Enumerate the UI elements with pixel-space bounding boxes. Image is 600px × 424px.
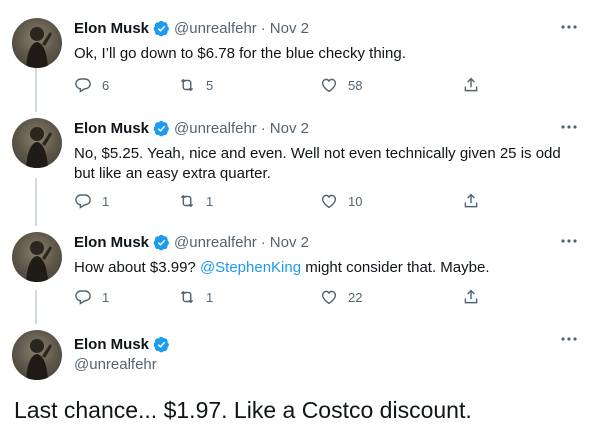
like-button[interactable]: 10 <box>320 192 362 210</box>
like-count: 58 <box>348 77 363 93</box>
like-icon <box>321 194 337 209</box>
author-handle[interactable]: @unrealfehr <box>174 234 257 251</box>
like-button[interactable]: 22 <box>320 288 362 306</box>
avatar[interactable] <box>12 18 62 68</box>
reply-button[interactable]: 6 <box>74 76 109 94</box>
tweet-date[interactable]: Nov 2 <box>270 20 309 37</box>
separator: · <box>260 20 266 37</box>
author-handle[interactable]: @unrealfehr <box>174 20 257 37</box>
reply-button[interactable]: 1 <box>74 288 109 306</box>
tweet-date[interactable]: Nov 2 <box>270 234 309 251</box>
verified-badge-icon <box>153 234 169 251</box>
like-button[interactable]: 58 <box>320 76 362 94</box>
like-count: 22 <box>348 289 363 305</box>
more-options-icon[interactable] <box>560 22 578 32</box>
focused-tweet[interactable]: Elon Musk @unrealfehr Last chance... $1.… <box>0 328 600 424</box>
share-icon <box>464 77 478 92</box>
tweet[interactable]: Elon Musk @unrealfehr · Nov 2 How about … <box>0 228 600 322</box>
tweet[interactable]: Elon Musk @unrealfehr · Nov 2 Ok, I’ll g… <box>0 14 600 110</box>
author-handle[interactable]: @unrealfehr <box>74 356 157 373</box>
avatar[interactable] <box>12 232 62 282</box>
tweet-text: Ok, I’ll go down to $6.78 for the blue c… <box>74 45 406 62</box>
mention-link[interactable]: @StephenKing <box>200 259 301 276</box>
retweet-count: 5 <box>206 77 214 93</box>
retweet-icon <box>180 195 194 207</box>
more-options-icon[interactable] <box>560 236 578 246</box>
retweet-icon <box>180 79 194 91</box>
verified-badge-icon <box>153 336 169 353</box>
separator: · <box>260 234 266 251</box>
author-handle[interactable]: @unrealfehr <box>174 120 257 137</box>
more-options-icon[interactable] <box>560 334 578 344</box>
author-name[interactable]: Elon Musk <box>74 20 149 37</box>
tweet-actions: 1 1 22 <box>74 288 514 308</box>
avatar[interactable] <box>12 118 62 168</box>
tweet-actions: 6 5 58 <box>74 76 514 96</box>
author-name[interactable]: Elon Musk <box>74 234 149 251</box>
share-icon <box>464 289 478 304</box>
tweet-text-part: might consider that. Maybe. <box>301 259 490 276</box>
like-count: 10 <box>348 193 363 209</box>
like-icon <box>321 290 337 305</box>
retweet-button[interactable]: 5 <box>178 76 213 94</box>
share-icon <box>464 193 478 208</box>
tweet-actions: 1 1 10 <box>74 192 514 212</box>
share-button[interactable] <box>462 288 480 306</box>
author-name[interactable]: Elon Musk <box>74 336 149 353</box>
reply-icon <box>75 78 91 93</box>
reply-button[interactable]: 1 <box>74 192 109 210</box>
tweet-text-part: How about $3.99? <box>74 259 200 276</box>
share-button[interactable] <box>462 76 480 94</box>
share-button[interactable] <box>462 192 480 210</box>
reply-count: 6 <box>102 77 110 93</box>
verified-badge-icon <box>153 20 169 37</box>
tweet-text: No, $5.25. Yeah, nice and even. Well not… <box>74 145 561 182</box>
retweet-icon <box>180 291 194 303</box>
author-name[interactable]: Elon Musk <box>74 120 149 137</box>
more-options-icon[interactable] <box>560 122 578 132</box>
verified-badge-icon <box>153 120 169 137</box>
retweet-count: 1 <box>206 289 214 305</box>
separator: · <box>260 120 266 137</box>
tweet[interactable]: Elon Musk @unrealfehr · Nov 2 No, $5.25.… <box>0 114 600 226</box>
reply-count: 1 <box>102 289 110 305</box>
tweet-date[interactable]: Nov 2 <box>270 120 309 137</box>
reply-icon <box>75 194 91 209</box>
tweet-text: Last chance... $1.97. Like a Costco disc… <box>14 397 472 423</box>
retweet-button[interactable]: 1 <box>178 192 213 210</box>
retweet-button[interactable]: 1 <box>178 288 213 306</box>
reply-count: 1 <box>102 193 110 209</box>
reply-icon <box>75 290 91 305</box>
avatar[interactable] <box>12 330 62 380</box>
tweet-text: How about $3.99? @StephenKing might cons… <box>74 258 574 278</box>
like-icon <box>321 78 337 93</box>
retweet-count: 1 <box>206 193 214 209</box>
